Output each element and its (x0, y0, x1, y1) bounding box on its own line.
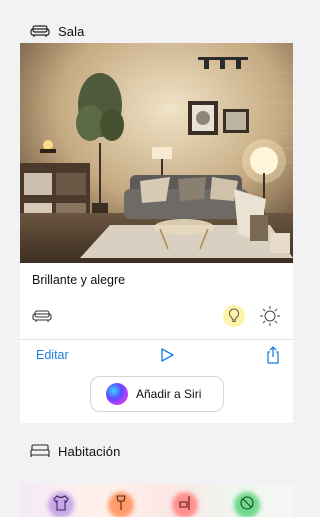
lightbulb-icon (223, 305, 245, 327)
siri-icon (106, 383, 128, 405)
bed-icon (30, 444, 50, 457)
off-icon[interactable] (238, 494, 256, 512)
scene-name: Brillante y alegre (32, 273, 126, 287)
scene-card[interactable]: Brillante y alegre Editar Añadir a Siri (20, 43, 293, 423)
scene-photo (20, 43, 293, 263)
scene-meta-row (32, 305, 281, 327)
section-habitacion: Habitación (0, 436, 293, 466)
habitacion-scene-strip[interactable] (20, 484, 293, 517)
add-to-siri-label: Añadir a Siri (136, 387, 202, 401)
floor-lamp-icon[interactable] (112, 494, 130, 512)
sofa-icon (32, 310, 52, 322)
edit-button[interactable]: Editar (36, 348, 69, 362)
section-title: Habitación (58, 443, 121, 459)
add-to-siri-button[interactable]: Añadir a Siri (90, 376, 224, 412)
share-icon[interactable] (265, 345, 281, 364)
sofa-icon (30, 25, 50, 37)
section-title: Sala (58, 23, 85, 39)
play-icon[interactable] (159, 347, 175, 363)
desk-lamp-icon[interactable] (176, 494, 194, 512)
sun-icon (260, 306, 280, 326)
scene-actions: Editar (20, 339, 293, 369)
section-header-habitacion: Habitación (0, 436, 293, 466)
shirt-icon[interactable] (52, 494, 70, 512)
